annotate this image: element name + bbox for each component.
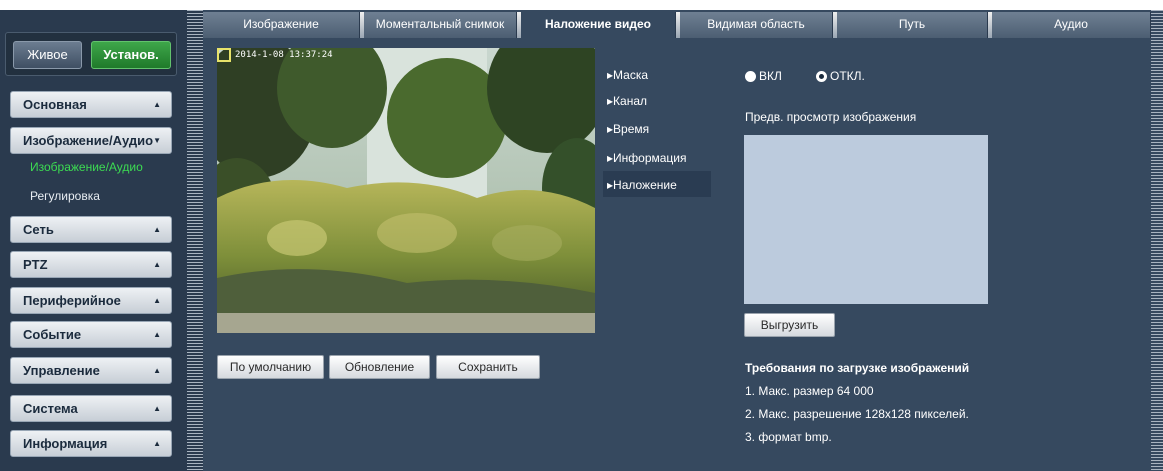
sidebar-menu-label: Изображение/Аудио [23, 133, 154, 148]
chevron-up-icon: ▲ [153, 260, 161, 269]
image-preview-box [744, 135, 988, 304]
chevron-up-icon: ▲ [153, 330, 161, 339]
radio-off[interactable] [816, 71, 827, 82]
tab-audio[interactable]: Аудио [992, 12, 1151, 38]
sidebar-menu-event[interactable]: Событие ▲ [10, 321, 172, 348]
submenu-label: Канал [613, 94, 647, 108]
sidebar-menu-peripheral[interactable]: Периферийное ▲ [10, 287, 172, 314]
osd-timestamp: 2014-1-08 13:37:24 [235, 50, 333, 60]
requirements-title: Требования по загрузке изображений [745, 361, 970, 375]
submenu-label: Маска [613, 68, 649, 82]
chevron-up-icon: ▲ [153, 296, 161, 305]
camera-image [217, 48, 595, 333]
sidebar-menu-label: Сеть [23, 222, 54, 237]
tab-snapshot[interactable]: Моментальный снимок [364, 12, 517, 38]
sidebar-divider [187, 10, 203, 471]
sidebar-menu-label: PTZ [23, 257, 48, 272]
submenu-label: Наложение [613, 178, 677, 192]
chevron-up-icon: ▲ [153, 225, 161, 234]
tab-path[interactable]: Путь [837, 12, 988, 38]
chevron-up-icon: ▲ [153, 404, 161, 413]
sidebar-menu-info[interactable]: Информация ▲ [10, 430, 172, 457]
sidebar-subitem-adjust[interactable]: Регулировка [30, 189, 100, 203]
setup-button[interactable]: Установ. [91, 41, 171, 69]
mode-switcher: Живое Установ. [5, 32, 177, 76]
video-preview: 2014-1-08 13:37:24 [217, 48, 595, 333]
sidebar-menu-label: Событие [23, 327, 82, 342]
tab-video-overlay[interactable]: Наложение видео [521, 12, 676, 38]
app-frame: Живое Установ. Основная ▲ Изображение/Ау… [0, 10, 1163, 471]
sidebar-menu-ptz[interactable]: PTZ ▲ [10, 251, 172, 278]
requirement-item: 2. Макс. разрешение 128x128 пикселей. [745, 407, 969, 421]
submenu-item-overlay[interactable]: ▸Наложение [607, 178, 677, 192]
right-divider [1151, 10, 1163, 471]
requirement-item: 1. Макс. размер 64 000 [745, 384, 874, 398]
upload-button[interactable]: Выгрузить [744, 313, 835, 337]
submenu-item-time[interactable]: ▸Время [607, 122, 649, 136]
submenu-item-info[interactable]: ▸Информация [607, 151, 687, 165]
sidebar-menu-system[interactable]: Система ▲ [10, 395, 172, 422]
submenu-label: Время [613, 122, 650, 136]
save-button[interactable]: Сохранить [436, 355, 540, 379]
submenu-label: Информация [613, 151, 687, 165]
submenu-item-channel[interactable]: ▸Канал [607, 94, 647, 108]
sidebar-menu-network[interactable]: Сеть ▲ [10, 216, 172, 243]
sidebar-menu-label: Управление [23, 363, 100, 378]
sidebar-menu-label: Периферийное [23, 293, 121, 308]
sidebar-menu-management[interactable]: Управление ▲ [10, 357, 172, 384]
osd-marker [217, 48, 231, 62]
chevron-down-icon: ▼ [153, 136, 161, 145]
tab-bar: Изображение Моментальный снимок Наложени… [203, 10, 1151, 38]
default-button[interactable]: По умолчанию [217, 355, 324, 379]
tab-visible-area[interactable]: Видимая область [680, 12, 833, 38]
radio-off-label: ОТКЛ. [830, 69, 865, 83]
requirement-item: 3. формат bmp. [745, 430, 832, 444]
submenu-item-mask[interactable]: ▸Маска [607, 68, 648, 82]
radio-on-label: ВКЛ [759, 69, 782, 83]
sidebar-subitem-image-audio[interactable]: Изображение/Аудио [30, 160, 143, 174]
refresh-button[interactable]: Обновление [329, 355, 430, 379]
preview-label: Предв. просмотр изображения [745, 110, 917, 124]
sidebar-menu-basic[interactable]: Основная ▲ [10, 91, 172, 118]
chevron-up-icon: ▲ [153, 366, 161, 375]
radio-on[interactable] [745, 71, 756, 82]
sidebar-menu-label: Информация [23, 436, 108, 451]
chevron-up-icon: ▲ [153, 439, 161, 448]
sidebar-menu-label: Система [23, 401, 78, 416]
tab-image[interactable]: Изображение [203, 12, 360, 38]
sidebar-menu-label: Основная [23, 97, 87, 112]
sidebar-menu-image-audio[interactable]: Изображение/Аудио ▼ [10, 127, 172, 154]
chevron-up-icon: ▲ [153, 100, 161, 109]
live-button[interactable]: Живое [13, 41, 82, 69]
sidebar: Живое Установ. Основная ▲ Изображение/Ау… [0, 10, 203, 471]
